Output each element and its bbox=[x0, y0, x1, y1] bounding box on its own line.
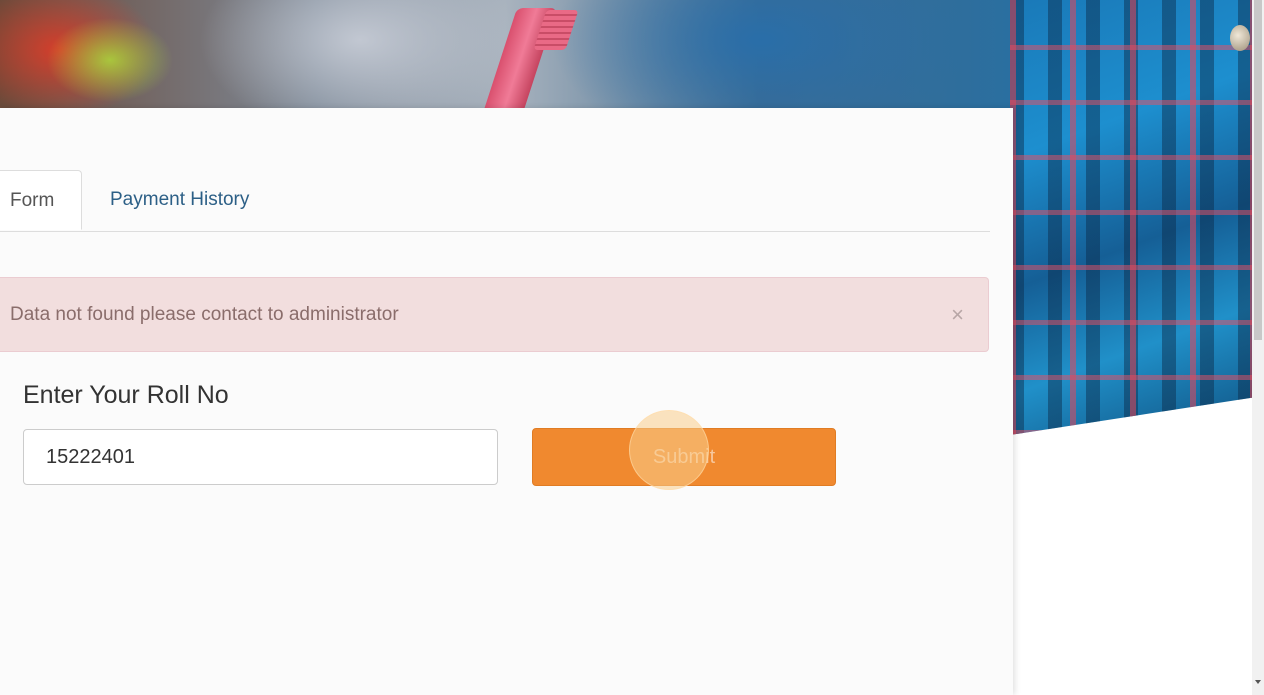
submit-button[interactable]: Submit bbox=[532, 428, 836, 486]
page-scrollbar-thumb[interactable] bbox=[1254, 0, 1262, 340]
alert-message: Data not found please contact to adminis… bbox=[10, 304, 399, 325]
error-alert: Data not found please contact to adminis… bbox=[0, 277, 989, 352]
tab-form-label: Form bbox=[10, 190, 55, 211]
page-viewport: Form Payment History Data not found plea… bbox=[0, 0, 1264, 695]
tab-bar: Form Payment History bbox=[0, 170, 990, 232]
close-icon[interactable]: × bbox=[951, 278, 964, 351]
tab-form[interactable]: Form bbox=[0, 170, 82, 230]
hero-photo-right bbox=[1010, 0, 1264, 435]
shirt-button-image bbox=[1230, 25, 1250, 51]
tab-payment-history[interactable]: Payment History bbox=[110, 170, 249, 230]
roll-no-label: Enter Your Roll No bbox=[23, 381, 229, 409]
scroll-down-arrow-icon[interactable] bbox=[1255, 680, 1261, 684]
form-card: Form Payment History Data not found plea… bbox=[0, 108, 1013, 695]
roll-no-input[interactable] bbox=[23, 429, 498, 485]
tab-payment-history-label: Payment History bbox=[110, 189, 250, 210]
